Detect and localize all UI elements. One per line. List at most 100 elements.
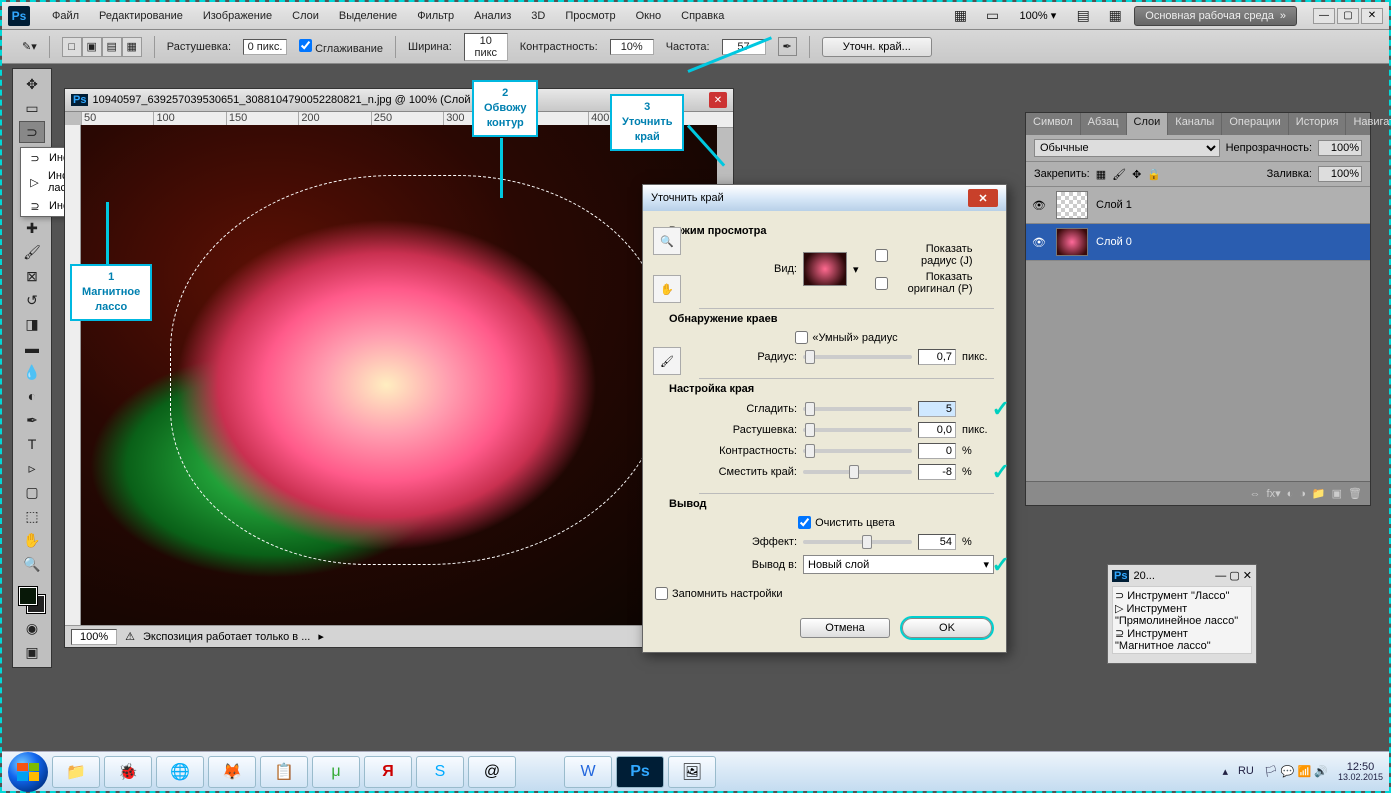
doc-zoom-display[interactable]: 100% bbox=[71, 629, 117, 645]
feather-input[interactable] bbox=[918, 422, 956, 438]
pen-tool[interactable]: ✒ bbox=[19, 409, 45, 431]
visibility-icon[interactable]: 👁 bbox=[1032, 199, 1048, 212]
dialog-close-icon[interactable]: ✕ bbox=[968, 189, 998, 207]
layer-row-1[interactable]: 👁 Слой 1 bbox=[1026, 187, 1370, 224]
blend-mode-select[interactable]: Обычные bbox=[1034, 139, 1220, 157]
gradient-tool[interactable]: ▬ bbox=[19, 337, 45, 359]
tab-paragraph[interactable]: Абзац bbox=[1081, 113, 1127, 135]
status-more-icon[interactable]: ▸ bbox=[318, 630, 324, 643]
taskbar-word[interactable]: W bbox=[564, 756, 612, 788]
add-selection-icon[interactable]: ▣ bbox=[82, 37, 102, 57]
tab-layers[interactable]: Слои bbox=[1127, 113, 1169, 135]
taskbar-skype[interactable]: S bbox=[416, 756, 464, 788]
tray-expand-icon[interactable]: ▴ bbox=[1222, 765, 1228, 778]
contrast-input[interactable] bbox=[918, 443, 956, 459]
mb-icon-2[interactable]: ▭ bbox=[980, 5, 1006, 27]
taskbar-app-3[interactable]: 📋 bbox=[260, 756, 308, 788]
opacity-input[interactable] bbox=[1318, 140, 1362, 156]
lasso-tool[interactable]: ⊃ bbox=[19, 121, 45, 143]
heal-tool[interactable]: ✚ bbox=[19, 217, 45, 239]
tray-flag-icon[interactable]: 🏳 bbox=[1264, 765, 1278, 778]
taskbar-image-viewer[interactable]: 🖼 bbox=[668, 756, 716, 788]
hand-tool[interactable]: ✋ bbox=[19, 529, 45, 551]
tab-channels[interactable]: Каналы bbox=[1168, 113, 1222, 135]
mb-icon-1[interactable]: ▦ bbox=[948, 5, 974, 27]
foreground-color[interactable] bbox=[19, 587, 37, 605]
canvas-rose-image[interactable] bbox=[81, 125, 717, 625]
taskbar-app-2[interactable]: 🌐 bbox=[156, 756, 204, 788]
ok-button[interactable]: OK bbox=[902, 618, 992, 638]
feather-slider[interactable] bbox=[803, 428, 912, 432]
menu-layer[interactable]: Слои bbox=[282, 6, 329, 26]
mb-icon-3[interactable]: ▤ bbox=[1070, 5, 1096, 27]
shape-tool[interactable]: ▢ bbox=[19, 481, 45, 503]
shift-input[interactable] bbox=[918, 464, 956, 480]
taskbar-photoshop[interactable]: Ps bbox=[616, 756, 664, 788]
taskbar-yandex[interactable]: Я bbox=[364, 756, 412, 788]
tray-volume-icon[interactable]: 🔊 bbox=[1314, 765, 1328, 778]
lock-pixels-icon[interactable]: 🖌 bbox=[1112, 168, 1126, 181]
zoom-tool[interactable]: 🔍 bbox=[19, 553, 45, 575]
smooth-slider[interactable] bbox=[803, 407, 912, 411]
pen-pressure-icon[interactable]: ✒ bbox=[778, 37, 797, 56]
refine-brush-icon[interactable]: 🖌 bbox=[653, 347, 681, 375]
mini-win-icons[interactable]: — ▢ ✕ bbox=[1215, 569, 1252, 582]
new-selection-icon[interactable]: □ bbox=[62, 37, 82, 57]
zoom-tool-icon[interactable]: 🔍 bbox=[653, 227, 681, 255]
output-to-select[interactable]: Новый слой bbox=[803, 555, 994, 574]
maximize-button[interactable]: ▢ bbox=[1337, 8, 1359, 24]
quick-mask-tool[interactable]: ◉ bbox=[19, 617, 45, 639]
tab-history[interactable]: История bbox=[1289, 113, 1347, 135]
marquee-tool[interactable]: ▭ bbox=[19, 97, 45, 119]
layer-name[interactable]: Слой 1 bbox=[1096, 199, 1132, 211]
menu-select[interactable]: Выделение bbox=[329, 6, 407, 26]
menu-filter[interactable]: Фильтр bbox=[407, 6, 464, 26]
text-tool[interactable]: T bbox=[19, 433, 45, 455]
fill-input[interactable] bbox=[1318, 166, 1362, 182]
decontaminate-checkbox[interactable]: Очистить цвета bbox=[699, 516, 994, 529]
brush-tool[interactable]: 🖌 bbox=[19, 241, 45, 263]
dodge-tool[interactable]: ◐ bbox=[19, 385, 45, 407]
contrast-slider[interactable] bbox=[803, 449, 912, 453]
feather-input[interactable]: 0 пикс. bbox=[243, 39, 287, 55]
subtract-selection-icon[interactable]: ▤ bbox=[102, 37, 122, 57]
taskbar-explorer[interactable]: 📁 bbox=[52, 756, 100, 788]
minimize-button[interactable]: — bbox=[1313, 8, 1335, 24]
zoom-display[interactable]: 100% ▾ bbox=[1012, 7, 1065, 24]
history-brush-tool[interactable]: ↺ bbox=[19, 289, 45, 311]
blur-tool[interactable]: 💧 bbox=[19, 361, 45, 383]
taskbar-app-1[interactable]: 🐞 bbox=[104, 756, 152, 788]
show-original-checkbox[interactable]: Показать оригинал (P) bbox=[875, 271, 973, 295]
menu-help[interactable]: Справка bbox=[671, 6, 734, 26]
shift-slider[interactable] bbox=[803, 470, 912, 474]
start-button[interactable] bbox=[8, 752, 48, 792]
mb-icon-4[interactable]: ▦ bbox=[1102, 5, 1128, 27]
3d-tool[interactable]: ⬚ bbox=[19, 505, 45, 527]
tray-network-icon[interactable]: 📶 bbox=[1298, 765, 1312, 778]
view-thumb[interactable] bbox=[803, 252, 847, 286]
menu-image[interactable]: Изображение bbox=[193, 6, 282, 26]
refine-edge-button[interactable]: Уточн. край... bbox=[822, 37, 932, 57]
doc-close-icon[interactable]: ✕ bbox=[709, 92, 727, 108]
lock-transparent-icon[interactable]: ▦ bbox=[1096, 168, 1106, 181]
group-icon[interactable]: 📁 bbox=[1312, 487, 1326, 500]
antialias-checkbox[interactable]: Сглаживание bbox=[299, 39, 383, 55]
taskbar-utorrent[interactable]: μ bbox=[312, 756, 360, 788]
tray-app-icon[interactable]: 💬 bbox=[1281, 765, 1295, 778]
menu-file[interactable]: Файл bbox=[42, 6, 89, 26]
lock-all-icon[interactable]: 🔒 bbox=[1147, 168, 1161, 181]
clock[interactable]: 12:50 13.02.2015 bbox=[1338, 761, 1383, 783]
color-swatches[interactable] bbox=[17, 585, 47, 615]
eraser-tool[interactable]: ◨ bbox=[19, 313, 45, 335]
stamp-tool[interactable]: ⊠ bbox=[19, 265, 45, 287]
amount-slider[interactable] bbox=[803, 540, 912, 544]
remember-checkbox[interactable]: Запомнить настройки bbox=[655, 587, 994, 600]
adjustment-icon[interactable]: ◑ bbox=[1299, 488, 1306, 500]
menu-3d[interactable]: 3D bbox=[521, 6, 555, 26]
link-layers-icon[interactable]: ⇔ bbox=[1250, 488, 1261, 500]
taskbar-firefox[interactable]: 🦊 bbox=[208, 756, 256, 788]
path-select-tool[interactable]: ▹ bbox=[19, 457, 45, 479]
lock-position-icon[interactable]: ✥ bbox=[1132, 168, 1141, 181]
radius-slider[interactable] bbox=[803, 355, 912, 359]
layer-row-0[interactable]: 👁 Слой 0 bbox=[1026, 224, 1370, 261]
